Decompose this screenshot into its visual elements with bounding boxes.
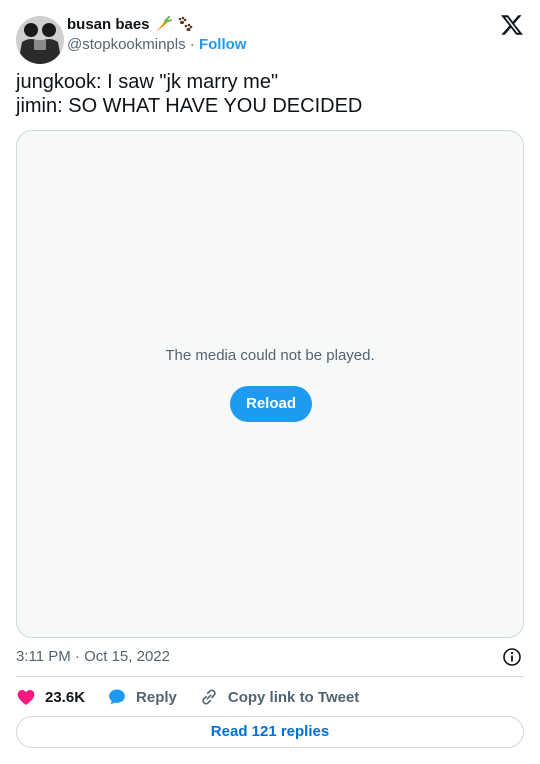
media-error-message: The media could not be played. bbox=[165, 347, 375, 364]
copy-link-label: Copy link to Tweet bbox=[227, 688, 360, 706]
heart-icon bbox=[16, 687, 36, 707]
carrot-emoji bbox=[154, 16, 172, 34]
reply-button[interactable]: Reply bbox=[107, 687, 177, 707]
divider bbox=[16, 676, 524, 677]
tweet-line: jungkook: I saw "jk marry me" bbox=[16, 71, 279, 93]
info-icon[interactable] bbox=[502, 647, 522, 667]
tweet-actions: 23.6K Reply Copy link to Tweet bbox=[16, 687, 381, 707]
reload-button[interactable]: Reload bbox=[230, 386, 312, 422]
speech-bubble-icon bbox=[107, 687, 127, 707]
link-icon bbox=[199, 687, 219, 707]
separator-dot: · bbox=[189, 36, 195, 53]
reply-label: Reply bbox=[136, 688, 177, 706]
author-name: busan baes bbox=[67, 16, 150, 33]
embedded-tweet: busan baes @stopkookminpls · Follow jung… bbox=[0, 0, 540, 764]
author-handle-row: @stopkookminpls · Follow bbox=[67, 35, 246, 55]
paw-prints-emoji bbox=[176, 16, 194, 34]
author-handle[interactable]: @stopkookminpls bbox=[67, 36, 186, 53]
tweet-text: jungkook: I saw "jk marry me" jimin: SO … bbox=[16, 70, 524, 118]
avatar[interactable] bbox=[16, 16, 64, 64]
tweet-line: jimin: SO WHAT HAVE YOU DECIDED bbox=[16, 95, 363, 117]
like-button[interactable]: 23.6K bbox=[16, 687, 85, 707]
like-count: 23.6K bbox=[45, 688, 86, 706]
follow-link[interactable]: Follow bbox=[199, 36, 247, 53]
read-replies-button[interactable]: Read 121 replies bbox=[16, 716, 524, 748]
copy-link-button[interactable]: Copy link to Tweet bbox=[199, 687, 359, 707]
author-display-name[interactable]: busan baes bbox=[67, 15, 194, 35]
x-logo-icon[interactable] bbox=[500, 13, 524, 37]
tweet-timestamp[interactable]: 3:11 PM · Oct 15, 2022 bbox=[16, 647, 170, 667]
media-container: The media could not be played. Reload bbox=[16, 130, 524, 638]
